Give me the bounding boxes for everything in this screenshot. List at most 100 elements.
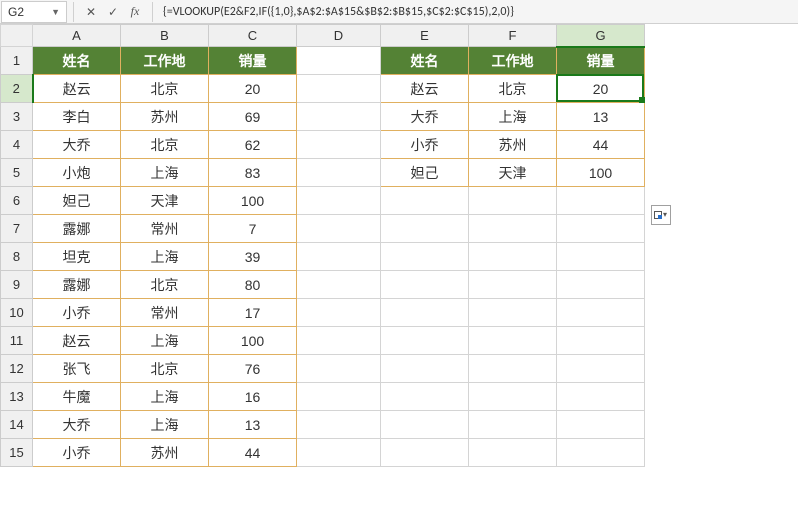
table1-header-sales[interactable]: 销量	[209, 47, 297, 75]
cell[interactable]	[557, 327, 645, 355]
cell[interactable]	[297, 131, 381, 159]
row-header[interactable]: 5	[1, 159, 33, 187]
table2-header-name[interactable]: 姓名	[381, 47, 469, 75]
cell[interactable]: 北京	[121, 355, 209, 383]
cell[interactable]: 小乔	[33, 299, 121, 327]
cell[interactable]: 北京	[121, 75, 209, 103]
cell[interactable]: 上海	[121, 383, 209, 411]
cell-D2[interactable]	[297, 75, 381, 103]
cell[interactable]: 小乔	[381, 131, 469, 159]
cell[interactable]	[381, 383, 469, 411]
cell[interactable]: 苏州	[121, 103, 209, 131]
cell[interactable]	[557, 187, 645, 215]
row-header[interactable]: 13	[1, 383, 33, 411]
fx-icon[interactable]: fx	[127, 4, 143, 20]
cell[interactable]: 83	[209, 159, 297, 187]
cell[interactable]: 大乔	[381, 103, 469, 131]
table2-header-place[interactable]: 工作地	[469, 47, 557, 75]
cell[interactable]	[469, 383, 557, 411]
cell[interactable]: 上海	[121, 243, 209, 271]
cell[interactable]: 7	[209, 215, 297, 243]
cell[interactable]: 张飞	[33, 355, 121, 383]
cell[interactable]: 17	[209, 299, 297, 327]
cell[interactable]	[381, 187, 469, 215]
cell[interactable]	[469, 243, 557, 271]
row-header[interactable]: 2	[1, 75, 33, 103]
cell[interactable]	[469, 215, 557, 243]
cell[interactable]: 天津	[121, 187, 209, 215]
cell[interactable]	[557, 355, 645, 383]
cell[interactable]	[469, 187, 557, 215]
row-header[interactable]: 9	[1, 271, 33, 299]
cell[interactable]	[557, 215, 645, 243]
row-header[interactable]: 12	[1, 355, 33, 383]
row-header[interactable]: 15	[1, 439, 33, 467]
row-header[interactable]: 10	[1, 299, 33, 327]
cell[interactable]	[381, 243, 469, 271]
cell[interactable]: 62	[209, 131, 297, 159]
cell[interactable]: 李白	[33, 103, 121, 131]
name-box[interactable]: G2 ▼	[1, 1, 67, 23]
cell[interactable]	[297, 243, 381, 271]
table2-header-sales[interactable]: 销量	[557, 47, 645, 75]
row-header[interactable]: 6	[1, 187, 33, 215]
cell[interactable]	[297, 159, 381, 187]
cell[interactable]	[297, 383, 381, 411]
cell[interactable]	[381, 439, 469, 467]
col-header-G[interactable]: G	[557, 25, 645, 47]
col-header-F[interactable]: F	[469, 25, 557, 47]
cell[interactable]	[469, 439, 557, 467]
cell[interactable]	[469, 411, 557, 439]
cell[interactable]	[469, 355, 557, 383]
col-header-E[interactable]: E	[381, 25, 469, 47]
cell[interactable]: 上海	[121, 327, 209, 355]
cell[interactable]	[297, 299, 381, 327]
cell[interactable]: 赵云	[33, 327, 121, 355]
cell[interactable]: 80	[209, 271, 297, 299]
cell[interactable]: 13	[209, 411, 297, 439]
row-header[interactable]: 11	[1, 327, 33, 355]
cell[interactable]: 赵云	[33, 75, 121, 103]
cell[interactable]	[297, 355, 381, 383]
cell[interactable]	[469, 299, 557, 327]
cell[interactable]: 16	[209, 383, 297, 411]
cell[interactable]	[381, 299, 469, 327]
cancel-formula-icon[interactable]: ✕	[83, 4, 99, 20]
row-header[interactable]: 3	[1, 103, 33, 131]
row-header[interactable]: 1	[1, 47, 33, 75]
cell[interactable]: 苏州	[469, 131, 557, 159]
cell[interactable]: 天津	[469, 159, 557, 187]
cell[interactable]: 露娜	[33, 215, 121, 243]
row-header[interactable]: 8	[1, 243, 33, 271]
cell[interactable]: 44	[557, 131, 645, 159]
cell[interactable]	[381, 271, 469, 299]
cell[interactable]: 露娜	[33, 271, 121, 299]
cell[interactable]: 牛魔	[33, 383, 121, 411]
cell[interactable]	[557, 383, 645, 411]
cell[interactable]	[557, 271, 645, 299]
cell[interactable]	[381, 355, 469, 383]
cell[interactable]: 小乔	[33, 439, 121, 467]
cell[interactable]	[297, 215, 381, 243]
cell[interactable]: 苏州	[121, 439, 209, 467]
row-header[interactable]: 7	[1, 215, 33, 243]
col-header-B[interactable]: B	[121, 25, 209, 47]
cell[interactable]: 坦克	[33, 243, 121, 271]
cell[interactable]: 常州	[121, 299, 209, 327]
cell[interactable]	[381, 215, 469, 243]
cell[interactable]: 赵云	[381, 75, 469, 103]
cell[interactable]	[557, 299, 645, 327]
cell[interactable]: 39	[209, 243, 297, 271]
cell[interactable]: 13	[557, 103, 645, 131]
chevron-down-icon[interactable]: ▼	[51, 7, 60, 17]
worksheet[interactable]: A B C D E F G 1 姓名 工作地 销量 姓名 工作地 销量 2 赵云…	[0, 24, 798, 467]
cell[interactable]: 小炮	[33, 159, 121, 187]
cell[interactable]: 20	[209, 75, 297, 103]
cell[interactable]	[297, 439, 381, 467]
cell[interactable]: 北京	[121, 131, 209, 159]
table1-header-name[interactable]: 姓名	[33, 47, 121, 75]
table1-header-place[interactable]: 工作地	[121, 47, 209, 75]
cell[interactable]: 妲己	[33, 187, 121, 215]
accept-formula-icon[interactable]: ✓	[105, 4, 121, 20]
cell[interactable]: 北京	[121, 271, 209, 299]
